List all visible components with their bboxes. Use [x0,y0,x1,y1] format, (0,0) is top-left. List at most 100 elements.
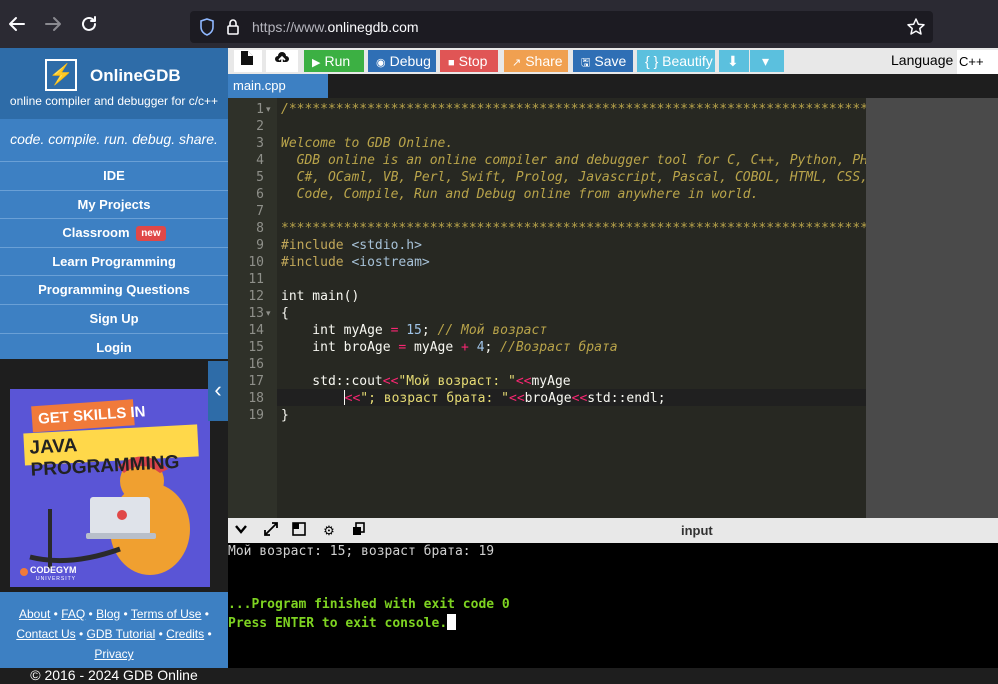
save-button[interactable]: 🖫 Save [573,50,633,72]
share-icon: ↗ [512,57,522,69]
footer-links: About • FAQ • Blog • Terms of Use • Cont… [0,592,228,683]
debug-button[interactable]: ◉ Debug [368,50,436,72]
code-editor[interactable]: 1 2 3 4 5 6 7 8 9 10 11 12 13 14 15 16 17 18 19 ▾ ▾ /*******… [228,98,998,518]
ad-brand: CODEGYM [30,565,77,575]
file-icon [241,51,253,65]
forward-arrow-icon[interactable] [41,12,65,36]
code-line[interactable]: int myAge = 15; // Мой возраст [281,322,547,339]
footer-link-contact[interactable]: Contact Us [16,627,75,641]
reload-icon[interactable] [77,12,101,36]
line-number: 19 [248,408,264,423]
console-output-line: Мой возраст: 15; возраст брата: 19 [228,544,495,559]
line-number: 1 [256,102,264,117]
play-icon: ▶ [312,57,321,69]
code-token: myAge [531,374,571,389]
code-line[interactable]: <<"; возраст брата: "<<broAge<<std::endl… [281,390,666,407]
window-icon[interactable] [290,522,308,540]
footer-link-faq[interactable]: FAQ [61,607,85,621]
code-line[interactable]: /***************************************… [281,101,866,118]
gear-icon[interactable]: ⚙ [320,522,338,540]
nav-item-classroom[interactable]: Classroom new [0,218,228,247]
line-number: 11 [248,272,264,287]
footer-link-credits[interactable]: Credits [166,627,204,641]
nav-item-label: My Projects [77,196,151,212]
console-toolbar: ⚙ input [228,518,998,543]
beautify-button[interactable]: { } Beautify [637,50,715,72]
back-arrow-icon[interactable] [5,12,29,36]
footer-link-about[interactable]: About [19,607,50,621]
new-badge: new [136,226,166,242]
code-token: std::cout [281,374,383,389]
nav-menu: IDE My Projects Classroom new Learn Prog… [0,161,228,362]
code-operator: << [515,374,532,389]
code-token: int broAge [281,340,399,355]
input-tab-label[interactable]: input [681,523,713,538]
code-line[interactable]: #include <iostream> [281,254,430,271]
nav-item-login[interactable]: Login [0,332,228,362]
collapse-sidebar-chevron-icon[interactable]: ‹ [208,361,228,421]
language-select[interactable]: C++ [957,50,998,74]
stop-button[interactable]: ■ Stop [440,50,498,72]
brand-header[interactable]: ⚡ OnlineGDB online compiler and debugger… [0,48,228,119]
upload-button[interactable] [266,50,298,72]
code-line[interactable]: std::cout<<"Мой возраст: "<<myAge [281,373,571,390]
code-line[interactable]: Code, Compile, Run and Debug online from… [281,186,759,203]
url-text: https://www.onlinegdb.com [252,19,419,35]
nav-item-label: Learn Programming [52,253,176,269]
url-bar[interactable]: https://www.onlinegdb.com [190,11,933,43]
console-output[interactable]: Мой возраст: 15; возраст брата: 19 ...Pr… [228,543,998,668]
download-dropdown-button[interactable]: ▾ [750,50,784,72]
code-line[interactable]: #include <stdio.h> [281,237,422,254]
star-icon[interactable] [906,17,926,42]
tab-main-cpp[interactable]: main.cpp [228,74,328,98]
caret-down-icon: ▾ [762,53,770,69]
expand-icon[interactable] [262,522,280,540]
nav-item-programming-questions[interactable]: Programming Questions [0,275,228,304]
new-file-button[interactable] [234,50,262,72]
footer-link-gdb-tutorial[interactable]: GDB Tutorial [87,627,156,641]
code-line[interactable]: ****************************************… [281,220,866,237]
chevron-down-icon[interactable] [232,522,250,540]
ad-area: GET SKILLS IN JAVA PROGRAMMING CODEGYM U… [0,359,228,683]
slogan: code. compile. run. debug. share. [0,119,228,161]
run-button[interactable]: ▶ Run [304,50,364,72]
copyright: © 2016 - 2024 GDB Online [30,667,198,683]
share-button[interactable]: ↗ Share [504,50,568,72]
code-line[interactable]: } [281,407,289,424]
line-number: 14 [248,323,264,338]
nav-item-learn-programming[interactable]: Learn Programming [0,246,228,276]
url-domain: onlinegdb.com [327,19,419,35]
browser-toolbar: https://www.onlinegdb.com [0,0,998,48]
fold-caret-icon[interactable]: ▾ [266,305,276,322]
code-directive: #include [281,255,344,270]
ad-banner[interactable]: GET SKILLS IN JAVA PROGRAMMING CODEGYM U… [10,389,210,587]
console-press-enter-line: Press ENTER to exit console. [228,614,457,632]
line-number: 7 [256,204,264,219]
nav-item-sign-up[interactable]: Sign Up [0,303,228,333]
debug-label: Debug [389,53,431,69]
code-line[interactable]: int broAge = myAge + 4; //Возраст брата [281,339,617,356]
nav-item-my-projects[interactable]: My Projects [0,189,228,219]
footer-link-terms[interactable]: Terms of Use [131,607,202,621]
code-line[interactable]: GDB online is an online compiler and deb… [281,152,866,169]
code-area[interactable]: /***************************************… [277,98,866,518]
code-line[interactable]: Welcome to GDB Online. [281,135,453,152]
download-button[interactable]: ⬇ [719,50,749,72]
shield-icon[interactable] [199,18,215,41]
footer-link-blog[interactable]: Blog [96,607,120,621]
ad-brand-sub: UNIVERSITY [36,576,77,582]
fold-caret-icon[interactable]: ▾ [266,101,276,118]
code-comment: // Мой возраст [437,323,548,338]
floppy-icon: 🖫 [581,57,591,69]
lock-icon[interactable] [226,18,240,41]
nav-item-ide[interactable]: IDE [0,161,228,190]
beautify-label: { } Beautify [645,53,713,69]
code-line[interactable]: int main() [281,288,359,305]
nav-item-label: Programming Questions [38,282,190,298]
code-number: 4 [476,340,485,355]
code-line[interactable]: C#, OCaml, VB, Perl, Swift, Prolog, Java… [281,169,866,186]
copy-icon[interactable] [350,522,368,540]
code-line[interactable]: { [281,305,289,322]
footer-link-privacy[interactable]: Privacy [94,647,133,661]
